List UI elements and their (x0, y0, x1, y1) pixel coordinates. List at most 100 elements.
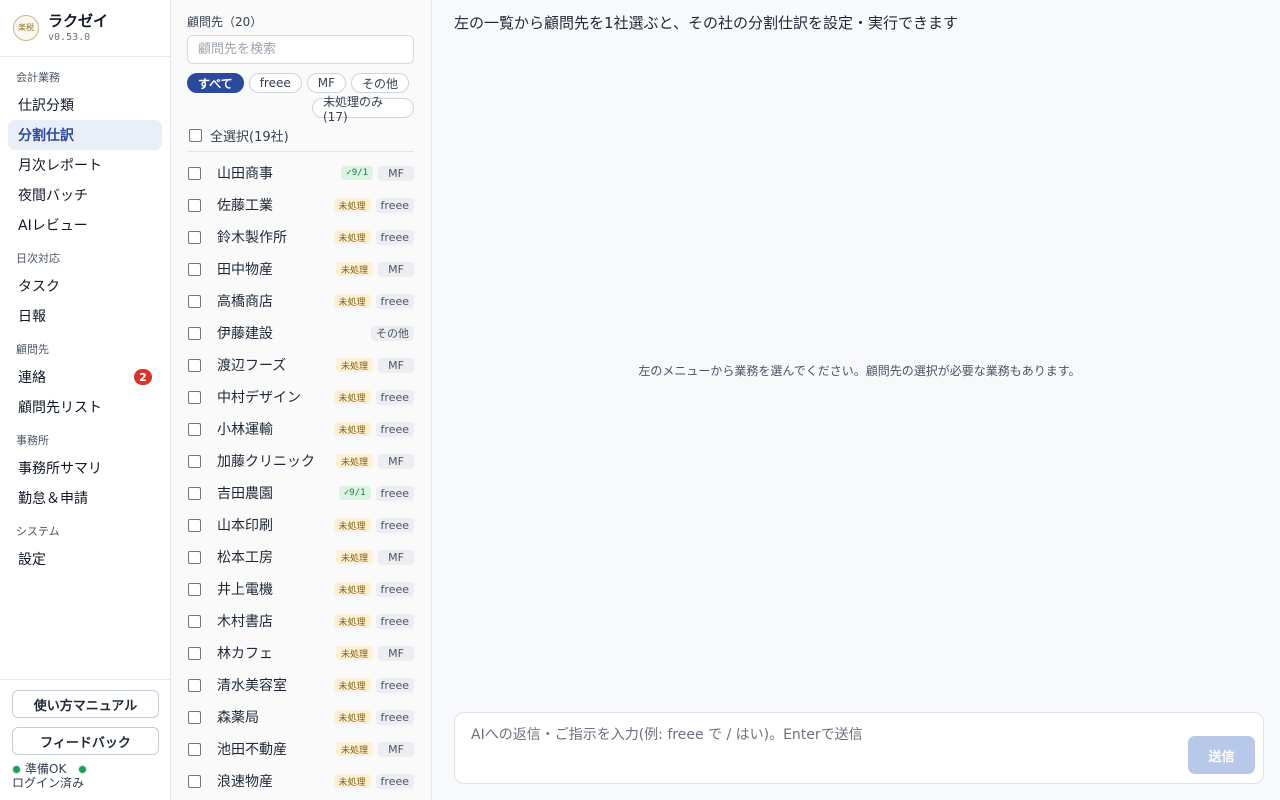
processing-status-badge: ✓9/1 (341, 166, 373, 180)
nav-item-label: 月次レポート (18, 158, 102, 174)
client-row[interactable]: 田中物産 未処理 MF (187, 253, 414, 285)
processing-status-badge: 未処理 (333, 774, 371, 788)
filter-chip[interactable]: すべて (187, 73, 244, 93)
client-search-input[interactable] (187, 35, 414, 64)
feedback-button[interactable]: フィードバック (12, 727, 159, 755)
nav-item-label: 夜間バッチ (18, 188, 88, 204)
client-row[interactable]: 小林運輸 未処理 freee (187, 413, 414, 445)
nav-item[interactable]: 顧問先リスト (8, 392, 162, 422)
client-row[interactable]: 木村書店 未処理 freee (187, 605, 414, 637)
client-checkbox[interactable] (188, 454, 201, 468)
status-login-text: ログイン済み (12, 776, 85, 790)
client-name: 鈴木製作所 (217, 230, 287, 246)
nav-item-label: 事務所サマリ (18, 461, 102, 477)
client-row[interactable]: 佐藤工業 未処理 freee (187, 189, 414, 221)
client-row[interactable]: 井上電機 未処理 freee (187, 573, 414, 605)
chat-composer: 送信 (454, 712, 1264, 784)
client-checkbox[interactable] (188, 614, 201, 628)
accounting-system-badge: freee (375, 485, 414, 501)
nav-item[interactable]: 分割仕訳 (8, 120, 162, 150)
accounting-system-badge: freee (375, 709, 414, 725)
nav-item-label: 日報 (18, 309, 46, 325)
filter-chip[interactable]: freee (248, 73, 302, 93)
nav-item[interactable]: 勤怠＆申請 (8, 483, 162, 513)
client-checkbox[interactable] (188, 678, 201, 692)
send-button[interactable]: 送信 (1188, 736, 1255, 774)
nav-item[interactable]: 設定 (8, 544, 162, 574)
filter-chip[interactable]: MF (306, 73, 346, 93)
client-row[interactable]: 清水美容室 未処理 freee (187, 669, 414, 701)
login-status-icon (78, 764, 88, 774)
client-checkbox[interactable] (188, 294, 201, 308)
client-row[interactable]: 松本工房 未処理 MF (187, 541, 414, 573)
nav-item[interactable]: タスク (8, 271, 162, 301)
client-checkbox[interactable] (188, 550, 201, 564)
processing-status-badge: 未処理 (335, 646, 373, 660)
client-checkbox[interactable] (188, 486, 201, 500)
ready-status-icon (12, 764, 21, 774)
client-row[interactable]: 山本印刷 未処理 freee (187, 509, 414, 541)
client-checkbox[interactable] (188, 518, 201, 532)
processing-status-badge: 未処理 (333, 582, 371, 596)
accounting-system-badge: freee (375, 293, 414, 309)
nav-item[interactable]: 連絡 2 (8, 362, 162, 392)
select-all-checkbox[interactable] (189, 128, 202, 142)
status-row: 準備OK (12, 762, 158, 776)
client-filter-chips: すべて freee MF その他 未処理のみ(17) (187, 73, 414, 124)
client-checkbox[interactable] (188, 166, 201, 180)
client-checkbox[interactable] (188, 710, 201, 724)
client-name: 吉田農園 (217, 486, 273, 502)
accounting-system-badge: freee (375, 773, 414, 789)
client-checkbox[interactable] (188, 774, 201, 788)
client-checkbox[interactable] (188, 262, 201, 276)
select-all-row[interactable]: 全選択(19社) (187, 126, 415, 145)
nav-item-label: 顧問先リスト (18, 400, 102, 416)
client-row[interactable]: 高橋商店 未処理 freee (187, 285, 414, 317)
accounting-system-badge: freee (375, 581, 414, 597)
processing-status-badge: 未処理 (333, 198, 371, 212)
client-row[interactable]: 林カフェ 未処理 MF (187, 637, 414, 669)
client-row[interactable]: 森薬局 未処理 freee (187, 701, 414, 733)
nav-item[interactable]: 仕訳分類 (8, 90, 162, 120)
nav-section-title: システム (16, 525, 60, 538)
chat-input[interactable] (471, 727, 1171, 743)
nav-item[interactable]: 夜間バッチ (8, 180, 162, 210)
app-logo-icon: 楽税 (13, 15, 39, 41)
accounting-system-badge: MF (378, 741, 414, 757)
client-row[interactable]: 山田商事 ✓9/1 MF (187, 157, 414, 189)
client-name: 森薬局 (217, 710, 259, 726)
client-checkbox[interactable] (188, 326, 201, 340)
main-nav: 会計業務 仕訳分類 分割仕訳 月次レポート 夜間バッチ AIレビュー 日次対応 タスク 日報 顧問… (0, 57, 170, 574)
client-checkbox[interactable] (188, 390, 201, 404)
nav-item[interactable]: 事務所サマリ (8, 453, 162, 483)
client-row[interactable]: 渡辺フーズ 未処理 MF (187, 349, 414, 381)
client-checkbox[interactable] (188, 646, 201, 660)
manual-button[interactable]: 使い方マニュアル (12, 690, 159, 718)
client-row[interactable]: 浪速物産 未処理 freee (187, 765, 414, 797)
client-checkbox[interactable] (188, 582, 201, 596)
client-name: 田中物産 (217, 262, 273, 278)
filter-chip[interactable]: 未処理のみ(17) (312, 95, 414, 124)
client-row[interactable]: 鈴木製作所 未処理 freee (187, 221, 414, 253)
client-checkbox[interactable] (188, 198, 201, 212)
client-row[interactable]: 伊藤建設 その他 (187, 317, 414, 349)
nav-item[interactable]: AIレビュー (8, 210, 162, 240)
client-name: 山田商事 (217, 166, 273, 182)
processing-status-badge: 未処理 (333, 614, 371, 628)
client-row[interactable]: 吉田農園 ✓9/1 freee (187, 477, 414, 509)
client-row[interactable]: 池田不動産 未処理 MF (187, 733, 414, 765)
nav-item-label: 仕訳分類 (18, 98, 74, 114)
app-version: v0.53.0 (48, 31, 91, 43)
nav-item[interactable]: 日報 (8, 301, 162, 331)
nav-item[interactable]: 月次レポート (8, 150, 162, 180)
status-ready-text: 準備OK (25, 762, 67, 776)
client-checkbox[interactable] (188, 230, 201, 244)
client-row[interactable]: 加藤クリニック 未処理 MF (187, 445, 414, 477)
client-checkbox[interactable] (188, 422, 201, 436)
accounting-system-badge: MF (378, 453, 414, 469)
client-checkbox[interactable] (188, 742, 201, 756)
filter-chip[interactable]: その他 (351, 73, 410, 93)
client-row[interactable]: 中村デザイン 未処理 freee (187, 381, 414, 413)
client-checkbox[interactable] (188, 358, 201, 372)
nav-item-label: 分割仕訳 (18, 128, 74, 144)
